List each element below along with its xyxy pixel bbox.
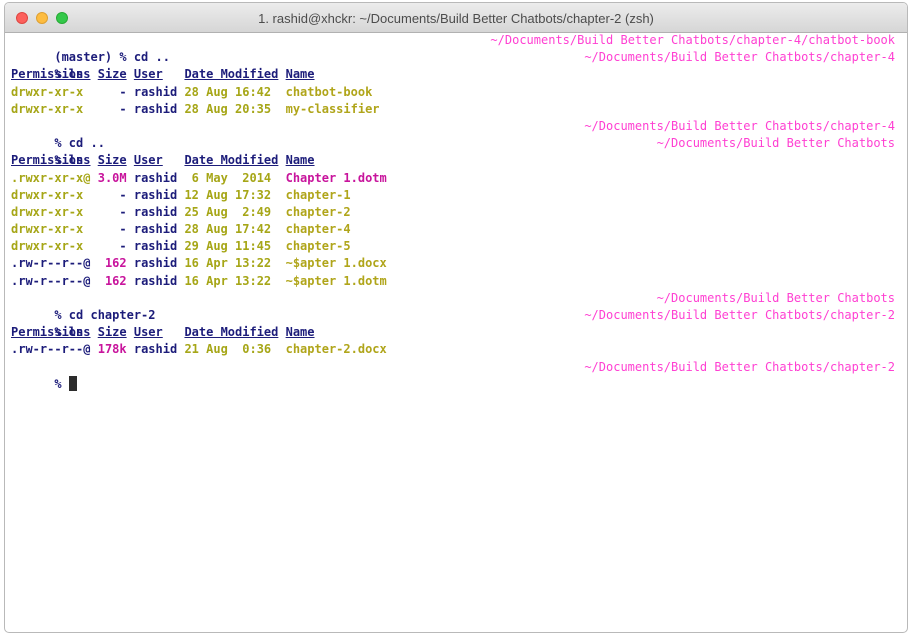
perm-cell: drwxr-xr-x (11, 239, 84, 254)
size-cell: 3.0M (97, 170, 127, 185)
right-prompt-path: ~/Documents/Build Better Chatbots/chapte… (584, 118, 895, 133)
date-cell: 6 May 2014 (191, 170, 272, 185)
header-name: Name (285, 325, 315, 340)
header-permissions: Permissions (11, 153, 91, 168)
name-cell: chapter-5 (285, 239, 351, 254)
name-cell: chapter-2 (285, 204, 351, 219)
listing-row: drwxr-xr-x - rashid 28 Aug 20:35 my-clas… (11, 101, 895, 118)
header-user: User (133, 325, 163, 340)
command-text: % (54, 376, 62, 391)
perm-cell: .rw-r--r--@ (11, 273, 91, 288)
right-prompt-path: ~/Documents/Build Better Chatbots/chapte… (584, 359, 895, 374)
title-bar[interactable]: 1. rashid@xhckr: ~/Documents/Build Bette… (5, 3, 907, 33)
right-prompt-path: ~/Documents/Build Better Chatbots/chapte… (490, 33, 895, 47)
name-cell: my-classifier (285, 101, 380, 116)
user-cell: rashid (133, 101, 178, 116)
name-cell: ~$apter 1.docx (285, 256, 387, 271)
header-user: User (133, 153, 163, 168)
prompt-line: % ls ~/Documents/Build Better Chatbots/c… (11, 49, 895, 81)
window-title: 1. rashid@xhckr: ~/Documents/Build Bette… (258, 11, 654, 26)
listing-row: drwxr-xr-x - rashid 25 Aug 2:49 chapter-… (11, 204, 895, 221)
header-name: Name (285, 153, 315, 168)
perm-cell: drwxr-xr-x (11, 187, 84, 202)
size-cell: - (119, 222, 127, 237)
listing-row: .rw-r--r--@ 178k rashid 21 Aug 0:36 chap… (11, 341, 895, 358)
user-cell: rashid (133, 84, 178, 99)
text-cursor[interactable] (68, 375, 77, 391)
prompt-line: % cd chapter-2 ~/Documents/Build Better … (11, 290, 895, 322)
user-cell: rashid (133, 256, 178, 271)
perm-cell: .rw-r--r--@ (11, 342, 91, 357)
user-cell: rashid (133, 170, 178, 185)
user-cell: rashid (133, 187, 178, 202)
user-cell: rashid (133, 342, 178, 357)
listing-row: drwxr-xr-x - rashid 28 Aug 16:42 chatbot… (11, 84, 895, 101)
date-cell: 25 Aug 2:49 (184, 204, 272, 219)
name-cell: chapter-4 (285, 222, 351, 237)
listing-row: drwxr-xr-x - rashid 12 Aug 17:32 chapter… (11, 187, 895, 204)
listing-row: .rwxr-xr-x@ 3.0M rashid 6 May 2014 Chapt… (11, 170, 895, 187)
header-date-modified: Date Modified (184, 325, 279, 340)
header-size: Size (97, 67, 127, 82)
size-cell: - (119, 239, 127, 254)
listing-row: .rw-r--r--@ 162 rashid 16 Apr 13:22 ~$ap… (11, 273, 895, 290)
header-date-modified: Date Modified (184, 153, 279, 168)
name-cell: chatbot-book (285, 84, 373, 99)
prompt-line: % ~/Documents/Build Better Chatbots/chap… (11, 359, 895, 391)
right-prompt-path: ~/Documents/Build Better Chatbots (656, 290, 895, 305)
size-cell: 162 (104, 256, 127, 271)
terminal-output[interactable]: (master) % cd .. ~/Documents/Build Bette… (11, 32, 895, 391)
right-prompt-path: ~/Documents/Build Better Chatbots/chapte… (584, 50, 895, 65)
size-cell: 178k (97, 342, 127, 357)
user-cell: rashid (133, 222, 178, 237)
date-cell: 21 Aug 0:36 (184, 342, 272, 357)
user-cell: rashid (133, 239, 178, 254)
name-cell: chapter-2.docx (285, 342, 387, 357)
prompt-line: % ls ~/Documents/Build Better Chatbots/c… (11, 307, 895, 339)
perm-cell: .rwxr-xr-x@ (11, 170, 91, 185)
listing-header: Permissions Size User Date Modified Name (11, 152, 895, 169)
size-cell: 162 (104, 273, 127, 288)
listing-row: .rw-r--r--@ 162 rashid 16 Apr 13:22 ~$ap… (11, 255, 895, 272)
size-cell: - (119, 84, 127, 99)
header-size: Size (97, 153, 127, 168)
right-prompt-path: ~/Documents/Build Better Chatbots/chapte… (584, 308, 895, 322)
date-cell: 28 Aug 17:42 (184, 222, 272, 237)
terminal-window: 1. rashid@xhckr: ~/Documents/Build Bette… (4, 2, 908, 633)
name-cell: Chapter 1.dotm (285, 170, 387, 185)
name-cell: chapter-1 (285, 187, 351, 202)
perm-cell: .rw-r--r--@ (11, 256, 91, 271)
date-cell: 28 Aug 16:42 (184, 84, 272, 99)
listing-header: Permissions Size User Date Modified Name (11, 324, 895, 341)
listing-row: drwxr-xr-x - rashid 28 Aug 17:42 chapter… (11, 221, 895, 238)
header-permissions: Permissions (11, 325, 91, 340)
listing-header: Permissions Size User Date Modified Name (11, 66, 895, 83)
perm-cell: drwxr-xr-x (11, 204, 84, 219)
perm-cell: drwxr-xr-x (11, 101, 84, 116)
size-cell: - (119, 101, 127, 116)
header-permissions: Permissions (11, 67, 91, 82)
user-cell: rashid (133, 273, 178, 288)
header-name: Name (285, 67, 315, 82)
header-date-modified: Date Modified (184, 67, 279, 82)
header-user: User (133, 67, 163, 82)
date-cell: 16 Apr 13:22 (184, 256, 272, 271)
prompt-line: % ls ~/Documents/Build Better Chatbots (11, 135, 895, 167)
user-cell: rashid (133, 204, 178, 219)
prompt-line: (master) % cd .. ~/Documents/Build Bette… (11, 32, 895, 64)
listing-row: drwxr-xr-x - rashid 29 Aug 11:45 chapter… (11, 238, 895, 255)
date-cell: 16 Apr 13:22 (184, 273, 272, 288)
perm-cell: drwxr-xr-x (11, 84, 84, 99)
date-cell: 28 Aug 20:35 (184, 101, 272, 116)
right-prompt-path: ~/Documents/Build Better Chatbots (656, 136, 895, 151)
name-cell: ~$apter 1.dotm (285, 273, 387, 288)
date-cell: 12 Aug 17:32 (184, 187, 272, 202)
header-size: Size (97, 325, 127, 340)
size-cell: - (119, 204, 127, 219)
date-cell: 29 Aug 11:45 (184, 239, 272, 254)
perm-cell: drwxr-xr-x (11, 222, 84, 237)
size-cell: - (119, 187, 127, 202)
prompt-line: % cd .. ~/Documents/Build Better Chatbot… (11, 118, 895, 150)
